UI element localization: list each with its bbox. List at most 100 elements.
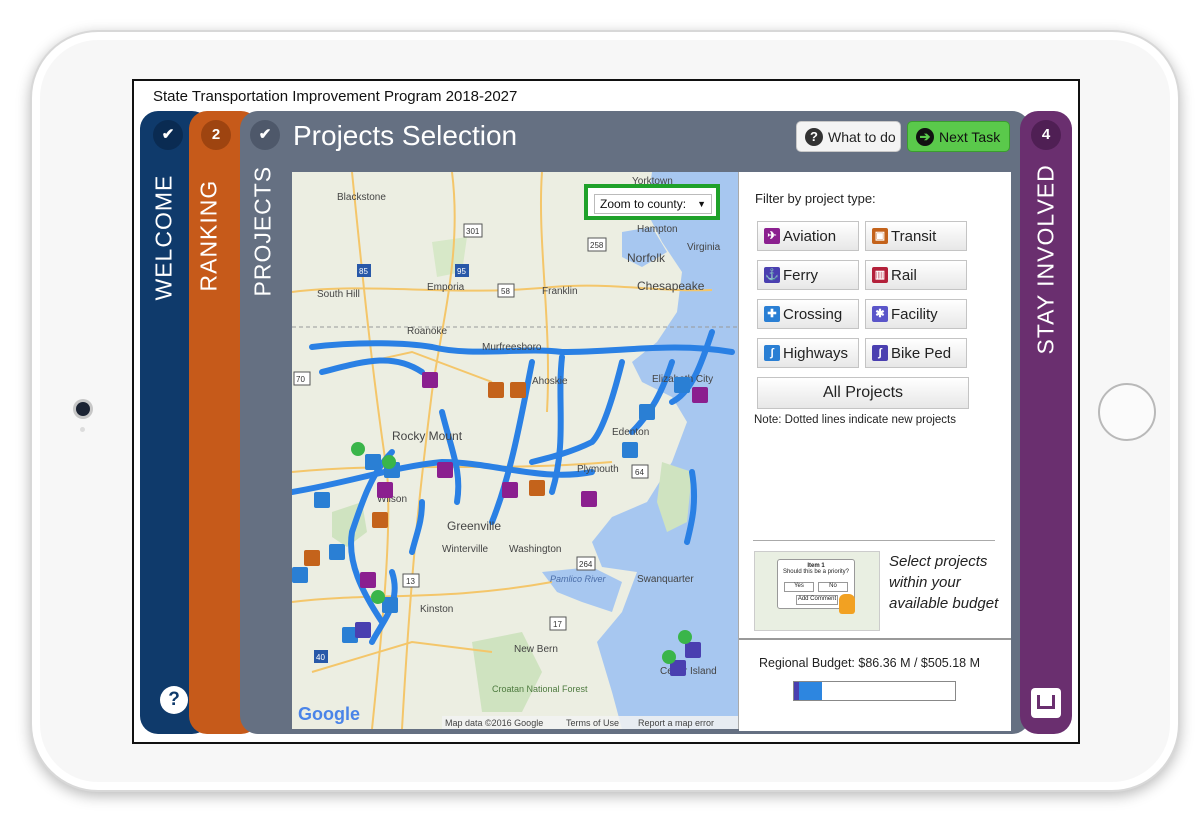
- place-label: Virginia: [687, 242, 721, 253]
- place-label: Franklin: [542, 286, 578, 297]
- place-label: Kinston: [420, 604, 453, 615]
- crossing-marker-icon[interactable]: [639, 404, 655, 420]
- anchor-icon: ⚓: [764, 267, 780, 283]
- zoom-to-county-select[interactable]: Zoom to county: ▼: [594, 194, 712, 214]
- zoom-to-county-highlight: Zoom to county: ▼: [584, 184, 720, 220]
- route-shield: 70: [296, 375, 305, 384]
- place-label: Greenville: [447, 519, 501, 533]
- route-shield: 95: [457, 267, 466, 276]
- aviation-marker-icon[interactable]: [581, 491, 597, 507]
- next-task-button[interactable]: ➔ Next Task: [907, 121, 1010, 152]
- home-button[interactable]: [1098, 383, 1156, 441]
- bus-icon: ▣: [872, 228, 888, 244]
- place-label: Chesapeake: [637, 279, 705, 293]
- aviation-marker-icon[interactable]: [502, 482, 518, 498]
- project-map[interactable]: Yorktown Blackstone Hampton Virginia Nor…: [292, 172, 738, 729]
- zoom-select-label: Zoom to county:: [600, 197, 687, 211]
- what-to-do-button[interactable]: ? What to do: [796, 121, 901, 152]
- camera: [76, 402, 90, 416]
- filter-label: Ferry: [783, 267, 818, 284]
- place-label: Blackstone: [337, 192, 386, 203]
- route-shield: 58: [501, 287, 510, 296]
- app-title: State Transportation Improvement Program…: [153, 88, 518, 105]
- ferry-marker-icon[interactable]: [355, 622, 371, 638]
- transit-marker-icon[interactable]: [304, 550, 320, 566]
- budget-label: Regional Budget: $86.36 M / $505.18 M: [759, 656, 980, 670]
- filter-facility-button[interactable]: ✱ Facility: [865, 299, 967, 329]
- place-label: Winterville: [442, 544, 489, 555]
- help-icon[interactable]: ?: [160, 686, 188, 714]
- map-attribution: Map data ©2016 Google: [445, 718, 543, 728]
- filter-bike-ped-button[interactable]: ∫ Bike Ped: [865, 338, 967, 368]
- rail-icon: ▥: [872, 267, 888, 283]
- plane-icon: ✈: [764, 228, 780, 244]
- filter-sidebar: Filter by project type: ✈ Aviation ▣ Tra…: [738, 172, 1011, 731]
- crossing-marker-icon[interactable]: [314, 492, 330, 508]
- place-label: Roanoke: [407, 326, 447, 337]
- tab-ranking-number: 2: [201, 120, 231, 150]
- tutorial-text: Select projects within your available bu…: [889, 553, 999, 612]
- place-label: Murfreesboro: [482, 342, 542, 353]
- what-to-do-label: What to do: [828, 129, 896, 145]
- all-projects-button[interactable]: All Projects: [757, 377, 969, 409]
- crossing-marker-icon[interactable]: [365, 454, 381, 470]
- crossing-marker-icon[interactable]: [292, 567, 308, 583]
- filter-highways-button[interactable]: ∫ Highways: [757, 338, 859, 368]
- screen: State Transportation Improvement Program…: [132, 79, 1080, 744]
- place-label: Hampton: [637, 224, 678, 235]
- place-label: Washington: [509, 544, 561, 555]
- crossing-marker-icon[interactable]: [329, 544, 345, 560]
- tutorial-thumbnail: Item 1 Should this be a priority? Yes No…: [754, 551, 880, 631]
- report-error-link[interactable]: Report a map error: [638, 718, 714, 728]
- crossing-marker-icon[interactable]: [622, 442, 638, 458]
- filter-rail-button[interactable]: ▥ Rail: [865, 260, 967, 290]
- projects-panel: ✔ PROJECTS Projects Selection ? What to …: [240, 111, 1030, 734]
- transit-marker-icon[interactable]: [510, 382, 526, 398]
- popup-comment: Add Comment: [796, 595, 838, 605]
- google-logo: Google: [298, 704, 360, 724]
- check-icon: ✔: [250, 120, 280, 150]
- filter-label: Aviation: [783, 228, 837, 245]
- filter-label: Rail: [891, 267, 917, 284]
- tab-welcome-label: WELCOME: [150, 174, 177, 301]
- selected-check-icon: [678, 630, 692, 644]
- aviation-marker-icon[interactable]: [437, 462, 453, 478]
- selected-check-icon: [351, 442, 365, 456]
- place-label: Norfolk: [627, 251, 666, 265]
- divider: [753, 540, 995, 541]
- map-canvas[interactable]: Yorktown Blackstone Hampton Virginia Nor…: [292, 172, 738, 729]
- selected-check-icon: [371, 590, 385, 604]
- route-shield: 264: [579, 560, 593, 569]
- facility-icon: ✱: [872, 306, 888, 322]
- transit-marker-icon[interactable]: [372, 512, 388, 528]
- filter-title: Filter by project type:: [755, 191, 876, 206]
- tab-stay-involved[interactable]: 4 STAY INVOLVED: [1020, 111, 1072, 734]
- filter-ferry-button[interactable]: ⚓ Ferry: [757, 260, 859, 290]
- dotted-lines-note: Note: Dotted lines indicate new projects: [754, 414, 956, 426]
- route-shield: 258: [590, 241, 604, 250]
- aviation-marker-icon[interactable]: [377, 482, 393, 498]
- crossing-marker-icon[interactable]: [674, 377, 690, 393]
- place-label: South Hill: [317, 289, 360, 300]
- place-label: Pamlico River: [550, 574, 607, 584]
- highway-icon: ∫: [764, 345, 780, 361]
- selected-check-icon: [382, 455, 396, 469]
- terms-link[interactable]: Terms of Use: [566, 718, 619, 728]
- transit-marker-icon[interactable]: [488, 382, 504, 398]
- route-shield: 40: [316, 653, 325, 662]
- aviation-marker-icon[interactable]: [422, 372, 438, 388]
- place-label: Edenton: [612, 427, 649, 438]
- filter-aviation-button[interactable]: ✈ Aviation: [757, 221, 859, 251]
- selected-check-icon: [662, 650, 676, 664]
- place-label: Rocky Mount: [392, 429, 463, 443]
- ferry-marker-icon[interactable]: [685, 642, 701, 658]
- transit-marker-icon[interactable]: [529, 480, 545, 496]
- place-label: Cedar Island: [660, 666, 717, 677]
- place-label: Swanquarter: [637, 574, 694, 585]
- filter-transit-button[interactable]: ▣ Transit: [865, 221, 967, 251]
- aviation-marker-icon[interactable]: [360, 572, 376, 588]
- place-label: New Bern: [514, 644, 558, 655]
- filter-crossing-button[interactable]: ✚ Crossing: [757, 299, 859, 329]
- aviation-marker-icon[interactable]: [692, 387, 708, 403]
- metroquest-logo-icon: [1031, 688, 1061, 718]
